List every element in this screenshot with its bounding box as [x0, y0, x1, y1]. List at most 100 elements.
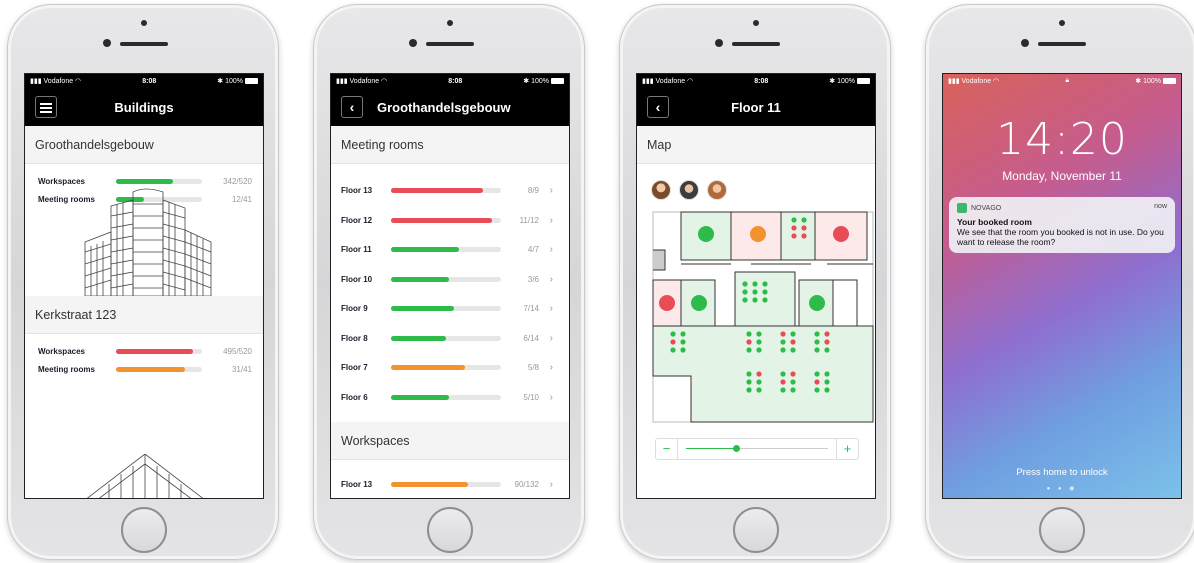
- progress-track: [391, 335, 501, 341]
- floor-label: Floor 10: [341, 274, 373, 284]
- home-button[interactable]: [427, 507, 473, 553]
- desk-seat[interactable]: [790, 379, 796, 385]
- desk-seat[interactable]: [680, 339, 686, 345]
- desk-seat[interactable]: [824, 339, 830, 345]
- floor-row[interactable]: Floor 6 5/10 ›: [331, 383, 569, 413]
- building-name[interactable]: Groothandelsgebouw: [25, 126, 263, 164]
- floor-row[interactable]: Floor 13 8/9 ›: [331, 176, 569, 206]
- floor-plan-map[interactable]: [651, 210, 875, 424]
- desk-seat[interactable]: [752, 297, 758, 303]
- floor-row[interactable]: Floor 10 3/6 ›: [331, 265, 569, 295]
- slider-thumb[interactable]: [733, 445, 741, 452]
- desk-seat[interactable]: [746, 371, 752, 377]
- desk-seat[interactable]: [762, 289, 768, 295]
- progress-fill: [391, 247, 460, 253]
- floor-row[interactable]: Floor 8 6/14 ›: [331, 324, 569, 354]
- desk-seat[interactable]: [824, 347, 830, 353]
- progress-fill: [391, 306, 454, 312]
- building-name[interactable]: Kerkstraat 123: [25, 296, 263, 334]
- desk-seat[interactable]: [756, 347, 762, 353]
- desk-seat[interactable]: [756, 331, 762, 337]
- desk-seat[interactable]: [780, 339, 786, 345]
- desk-seat[interactable]: [790, 387, 796, 393]
- floor-row[interactable]: Floor 9 7/14 ›: [331, 294, 569, 324]
- desk-seat[interactable]: [742, 297, 748, 303]
- floor-row[interactable]: Floor 11 4/7 ›: [331, 235, 569, 265]
- desk-seat[interactable]: [824, 379, 830, 385]
- desk-seat[interactable]: [680, 347, 686, 353]
- building-illustration: [86, 454, 204, 498]
- chevron-right-icon: ›: [549, 185, 553, 197]
- desk-seat[interactable]: [780, 379, 786, 385]
- avatar[interactable]: [679, 180, 699, 200]
- desk-seat[interactable]: [780, 371, 786, 377]
- back-chevron-icon[interactable]: ‹: [647, 96, 669, 118]
- desk-seat[interactable]: [814, 371, 820, 377]
- desk-seat[interactable]: [680, 331, 686, 337]
- desk-seat[interactable]: [824, 371, 830, 377]
- chevron-right-icon: ›: [549, 362, 553, 374]
- desk-seat[interactable]: [780, 331, 786, 337]
- desk-seat[interactable]: [746, 379, 752, 385]
- desk-seat[interactable]: [791, 233, 797, 239]
- desk-seat[interactable]: [814, 379, 820, 385]
- notification-card[interactable]: NOVAGO now Your booked room We see that …: [949, 197, 1175, 253]
- desk-seat[interactable]: [801, 217, 807, 223]
- chevron-right-icon: ›: [549, 214, 553, 226]
- camera: [715, 39, 723, 47]
- desk-seat[interactable]: [670, 347, 676, 353]
- desk-seat[interactable]: [791, 225, 797, 231]
- floor-row[interactable]: Floor 12 11/12 ›: [331, 206, 569, 236]
- desk-seat[interactable]: [814, 339, 820, 345]
- notification-title: Your booked room: [957, 217, 1032, 227]
- desk-seat[interactable]: [824, 331, 830, 337]
- desk-seat[interactable]: [762, 281, 768, 287]
- desk-seat[interactable]: [756, 339, 762, 345]
- floor-row[interactable]: Floor 13 90/132 ›: [331, 470, 569, 498]
- home-button[interactable]: [1039, 507, 1085, 553]
- avatar[interactable]: [651, 180, 671, 200]
- desk-seat[interactable]: [746, 387, 752, 393]
- progress-track: [391, 482, 501, 488]
- desk-seat[interactable]: [790, 371, 796, 377]
- desk-seat[interactable]: [824, 387, 830, 393]
- desk-seat[interactable]: [746, 347, 752, 353]
- avatar[interactable]: [707, 180, 727, 200]
- desk-seat[interactable]: [780, 347, 786, 353]
- desk-seat[interactable]: [791, 217, 797, 223]
- home-button[interactable]: [121, 507, 167, 553]
- desk-seat[interactable]: [670, 339, 676, 345]
- desk-seat[interactable]: [742, 289, 748, 295]
- desk-seat[interactable]: [814, 347, 820, 353]
- desk-seat[interactable]: [801, 225, 807, 231]
- zoom-in-button[interactable]: +: [836, 439, 858, 459]
- desk-seat[interactable]: [670, 331, 676, 337]
- page-title: Floor 11: [731, 99, 781, 115]
- zoom-out-button[interactable]: −: [656, 439, 678, 459]
- workspace-floor-list: Floor 13 90/132 ›: [331, 470, 569, 498]
- desk-seat[interactable]: [790, 347, 796, 353]
- desk-seat[interactable]: [780, 387, 786, 393]
- home-button[interactable]: [733, 507, 779, 553]
- desk-seat[interactable]: [814, 387, 820, 393]
- desk-seat[interactable]: [752, 289, 758, 295]
- desk-seat[interactable]: [790, 331, 796, 337]
- progress-track: [391, 394, 501, 400]
- desk-seat[interactable]: [752, 281, 758, 287]
- desk-seat[interactable]: [790, 339, 796, 345]
- screen-building-detail: ▮▮▮ Vodafone ◠ 8:08 ✱ 100% ‹ Groothandel…: [330, 73, 570, 499]
- desk-seat[interactable]: [756, 371, 762, 377]
- desk-seat[interactable]: [756, 379, 762, 385]
- floor-row[interactable]: Floor 7 5/8 ›: [331, 353, 569, 383]
- back-chevron-icon[interactable]: ‹: [341, 96, 363, 118]
- desk-seat[interactable]: [756, 387, 762, 393]
- zoom-slider[interactable]: [678, 439, 836, 459]
- desk-seat[interactable]: [814, 331, 820, 337]
- desk-seat[interactable]: [746, 339, 752, 345]
- desk-seat[interactable]: [801, 233, 807, 239]
- hamburger-icon[interactable]: [35, 96, 57, 118]
- desk-seat[interactable]: [742, 281, 748, 287]
- carrier: ▮▮▮ Vodafone ◠: [30, 78, 82, 85]
- desk-seat[interactable]: [746, 331, 752, 337]
- desk-seat[interactable]: [762, 297, 768, 303]
